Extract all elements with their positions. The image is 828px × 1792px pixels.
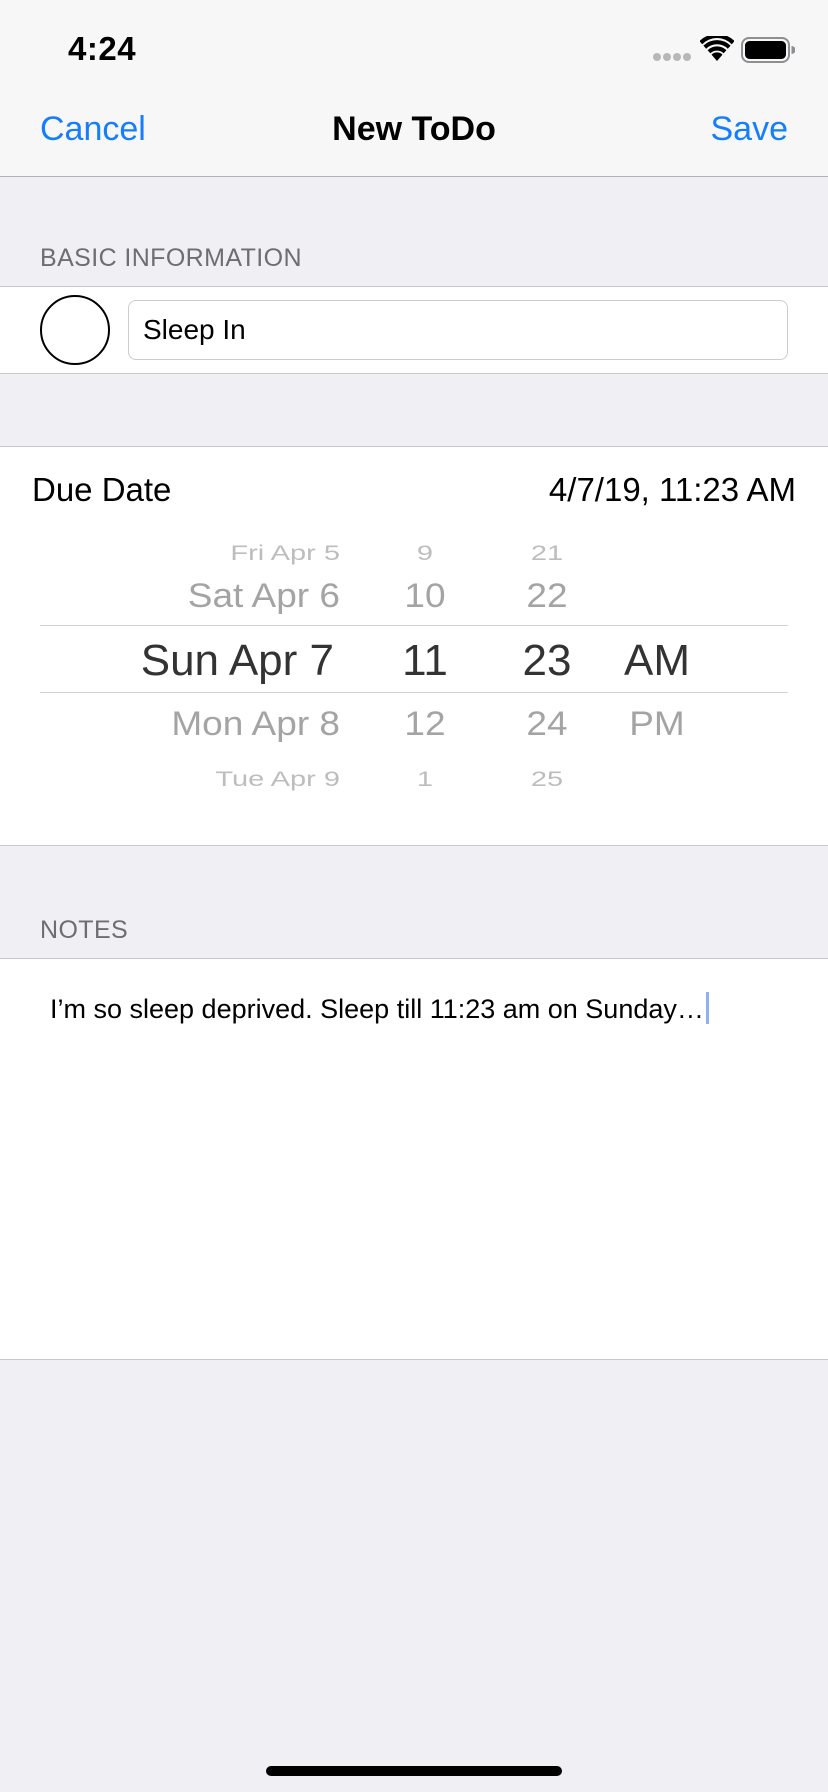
picker-date-selected[interactable]: Sun Apr 7 xyxy=(141,639,334,683)
text-cursor xyxy=(705,992,709,1024)
picker-date-option[interactable]: Fri Apr 5 xyxy=(230,542,340,564)
picker-ampm-option[interactable]: PM xyxy=(606,706,708,740)
basic-information-header: BASIC INFORMATION xyxy=(40,244,302,272)
battery-icon xyxy=(741,37,795,63)
due-date-value[interactable]: 4/7/19, 11:23 AM xyxy=(549,471,796,509)
status-bar: 4:24 xyxy=(0,0,828,88)
picker-minute-option[interactable]: 21 xyxy=(500,542,594,564)
picker-hour-option[interactable]: 9 xyxy=(380,542,470,564)
notes-group[interactable]: I’m so sleep deprived. Sleep till 11:23 … xyxy=(0,958,828,1360)
basic-information-group xyxy=(0,286,828,374)
page-title: New ToDo xyxy=(332,110,496,148)
picker-ampm-selected[interactable]: AM xyxy=(606,639,708,683)
home-indicator[interactable] xyxy=(266,1766,562,1776)
picker-minute-selected[interactable]: 23 xyxy=(500,639,594,683)
wifi-icon xyxy=(700,36,734,61)
picker-minute-option[interactable]: 24 xyxy=(500,706,594,740)
navigation-bar: Cancel New ToDo Save xyxy=(0,88,828,177)
notes-text: I’m so sleep deprived. Sleep till 11:23 … xyxy=(50,994,704,1024)
title-field[interactable] xyxy=(128,300,788,360)
picker-date-option[interactable]: Tue Apr 9 xyxy=(215,768,340,790)
picker-date-option[interactable]: Mon Apr 8 xyxy=(171,706,340,740)
notes-header: NOTES xyxy=(40,916,129,944)
status-time: 4:24 xyxy=(68,30,137,67)
due-date-group: Due Date 4/7/19, 11:23 AM Fri Apr 5 Sat … xyxy=(0,446,828,846)
signal-icon xyxy=(653,53,691,61)
picker-hour-option[interactable]: 1 xyxy=(380,768,470,790)
picker-hour-option[interactable]: 12 xyxy=(380,706,470,740)
date-time-picker[interactable]: Fri Apr 5 Sat Apr 6 Sun Apr 7 Mon Apr 8 … xyxy=(0,527,828,817)
picker-hour-option[interactable]: 10 xyxy=(380,578,470,612)
due-date-label: Due Date xyxy=(32,471,172,508)
notes-textview[interactable]: I’m so sleep deprived. Sleep till 11:23 … xyxy=(50,992,709,1025)
picker-date-option[interactable]: Sat Apr 6 xyxy=(188,578,340,612)
picker-minute-option[interactable]: 25 xyxy=(500,768,594,790)
picker-minute-option[interactable]: 22 xyxy=(500,578,594,612)
completion-toggle[interactable] xyxy=(40,295,110,365)
save-button[interactable]: Save xyxy=(711,110,789,149)
picker-hour-selected[interactable]: 11 xyxy=(380,639,470,683)
